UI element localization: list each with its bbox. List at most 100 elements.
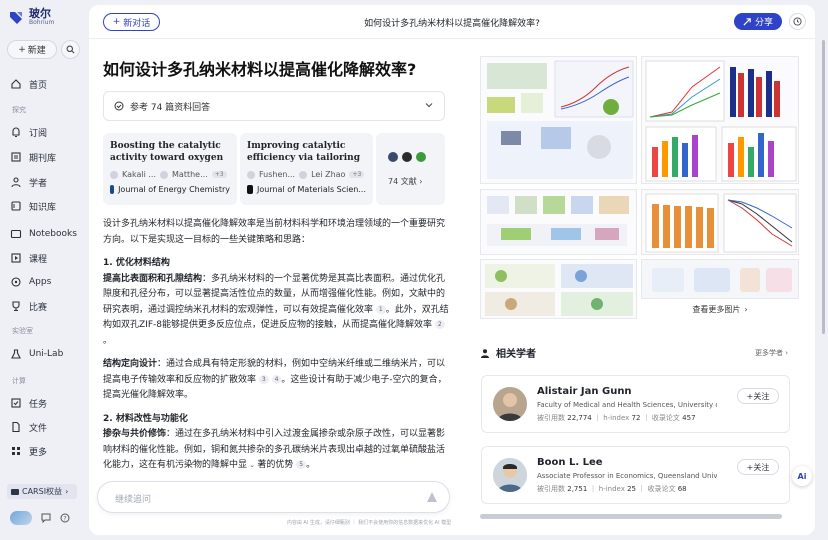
sidebar-item-scholars[interactable]: 学者 xyxy=(10,175,47,189)
sidebar-item-label: 课程 xyxy=(29,254,48,265)
sidebar-item-label: Uni-Lab xyxy=(29,349,64,359)
sidebar-item-apps[interactable]: Apps xyxy=(10,275,51,289)
carsi-label: CARSI权益 xyxy=(22,487,63,496)
citation-badge[interactable]: 2 xyxy=(434,320,445,329)
figure-image xyxy=(485,264,633,316)
sidebar-item-journals[interactable]: 期刊库 xyxy=(10,150,56,164)
follow-up-input[interactable]: 继续追问 xyxy=(97,481,450,513)
figure-thumbnail[interactable] xyxy=(641,189,799,255)
more-images-button[interactable]: 查看更多图片 › xyxy=(641,300,799,319)
paper-title: Boosting the catalytic activity toward o… xyxy=(110,141,224,163)
bohrium-logo-icon xyxy=(10,12,22,24)
citation-badge[interactable]: 3 xyxy=(258,374,269,384)
more-scholars-link[interactable]: 更多学者 › xyxy=(755,348,788,358)
user-avatar[interactable] xyxy=(10,511,32,525)
chevron-down-icon xyxy=(425,103,433,108)
footer-disclaimer: 内容由 AI 生成，请仔细甄别 ｜ 我们不会使用你的信息数据来优化 AI 模型 xyxy=(286,520,452,526)
share-label: 分享 xyxy=(754,18,773,28)
feedback-icon[interactable] xyxy=(41,513,51,523)
chevron-down-icon[interactable]: ⌄ xyxy=(247,461,257,469)
more-papers-card[interactable]: 74 文献 › xyxy=(376,133,445,205)
sidebar-item-unilab[interactable]: Uni-Lab xyxy=(10,347,63,361)
new-button[interactable]: + 新建 xyxy=(7,40,57,59)
input-placeholder: 继续追问 xyxy=(115,495,152,505)
brand-name-en: Bohrium xyxy=(29,19,55,26)
references-toggle[interactable]: 参考 74 篇资料回答 xyxy=(103,91,445,121)
grid-icon xyxy=(12,447,20,455)
journal-logo-icon xyxy=(110,185,115,194)
journal-icon xyxy=(11,152,21,162)
figure-thumbnail[interactable] xyxy=(480,259,637,319)
paper-title: Improving catalytic efficiency via tailo… xyxy=(247,141,360,163)
author-name: Fushen... xyxy=(259,170,296,179)
scholar-icon xyxy=(11,177,21,188)
horizontal-scrollbar[interactable] xyxy=(480,514,782,519)
figure-thumbnail[interactable] xyxy=(480,56,637,184)
carsi-button[interactable]: CARSI权益 › xyxy=(7,484,77,499)
follow-button[interactable]: + 关注 xyxy=(737,388,779,404)
citation-badge[interactable]: 5 xyxy=(296,460,307,469)
sidebar-item-label: 比赛 xyxy=(29,302,48,313)
section-lab: 实验室 xyxy=(12,327,33,335)
paper-authors: Fushen... Lei Zhao +3 xyxy=(247,170,366,179)
scholar-affiliation: Associate Professor in Economics, Queens… xyxy=(537,472,717,480)
home-icon xyxy=(11,79,21,89)
brand-logo[interactable]: 玻尔 Bohrium xyxy=(8,8,55,27)
scholar-avatar xyxy=(493,458,527,492)
share-button[interactable]: 分享 xyxy=(734,13,782,30)
more-authors-badge: +3 xyxy=(349,171,365,178)
notebook-icon xyxy=(10,229,22,239)
sidebar-item-home[interactable]: 首页 xyxy=(10,77,47,91)
journal-name: Journal of Materials Scien... xyxy=(257,185,366,194)
citation-badge[interactable]: 4 xyxy=(271,374,282,384)
sidebar-item-label: Notebooks xyxy=(29,229,77,239)
course-icon xyxy=(11,253,21,263)
search-button[interactable] xyxy=(61,40,80,59)
sidebar-item-more[interactable]: 更多 xyxy=(10,444,47,458)
sidebar-item-label: 任务 xyxy=(29,399,48,410)
reference-icon xyxy=(114,101,124,111)
topbar: + 新对话 如何设计多孔纳米材料以提高催化降解效率? 分享 xyxy=(89,5,815,39)
paper-card[interactable]: Improving catalytic efficiency via tailo… xyxy=(240,133,373,205)
plus-icon: + xyxy=(18,44,26,55)
figure-thumbnail[interactable] xyxy=(641,56,799,184)
sidebar-item-knowledge[interactable]: 知识库 xyxy=(10,199,56,213)
history-button[interactable] xyxy=(789,13,806,30)
sidebar-item-tasks[interactable]: 任务 xyxy=(10,396,47,410)
scholar-card[interactable]: Alistair Jan Gunn Faculty of Medical and… xyxy=(481,375,790,433)
scholars-title: 相关学者 xyxy=(496,349,536,360)
author-name: Matthe... xyxy=(172,170,208,179)
figure-image xyxy=(652,268,792,292)
answer-paragraph: 提高比表面积和孔隙结构：多孔纳米材料的一个显著优势是其高比表面积。通过优化孔隙度… xyxy=(103,273,449,346)
sidebar-item-files[interactable]: 文件 xyxy=(10,420,47,434)
follow-button[interactable]: + 关注 xyxy=(737,459,779,475)
sidebar-item-courses[interactable]: 课程 xyxy=(10,251,47,265)
sidebar-item-label: Apps xyxy=(29,277,52,287)
paper-authors: Kakali ... Matthe... +3 xyxy=(110,170,230,179)
author-avatar xyxy=(299,170,308,179)
sidebar-item-label: 期刊库 xyxy=(29,153,57,164)
section-heading: 2. 材料改性与功能化 xyxy=(103,413,188,424)
citation-badge[interactable]: 1 xyxy=(375,304,386,314)
figure-thumbnail[interactable] xyxy=(480,189,637,255)
help-icon[interactable]: ? xyxy=(60,513,70,523)
scholar-icon xyxy=(481,348,489,358)
ai-assistant-button[interactable]: Ai xyxy=(792,466,812,486)
sidebar-footer: ? xyxy=(10,511,70,525)
figure-image xyxy=(487,196,629,246)
scholar-card[interactable]: Boon L. Lee Associate Professor in Econo… xyxy=(481,446,790,504)
figure-thumbnail[interactable] xyxy=(641,259,799,299)
paper-card[interactable]: Boosting the catalytic activity toward o… xyxy=(103,133,237,205)
vertical-scrollbar[interactable] xyxy=(822,40,825,334)
trophy-icon xyxy=(12,301,20,312)
author-avatar xyxy=(247,170,255,179)
sidebar-item-subscribe[interactable]: 订阅 xyxy=(10,125,47,139)
author-avatar xyxy=(110,170,118,179)
sidebar-item-notebooks[interactable]: Notebooks xyxy=(10,227,77,241)
send-icon[interactable] xyxy=(426,491,438,503)
scholar-stats: 被引用数 22,774 ｜ h-index 72 ｜ 收录论文 457 xyxy=(537,414,696,422)
sidebar: 玻尔 Bohrium + 新建 首页 探究 订阅 期刊库 学者 知识库 Note… xyxy=(0,0,88,540)
section-explore: 探究 xyxy=(12,106,26,114)
sidebar-item-competition[interactable]: 比赛 xyxy=(10,299,47,313)
flask-icon xyxy=(11,349,21,359)
